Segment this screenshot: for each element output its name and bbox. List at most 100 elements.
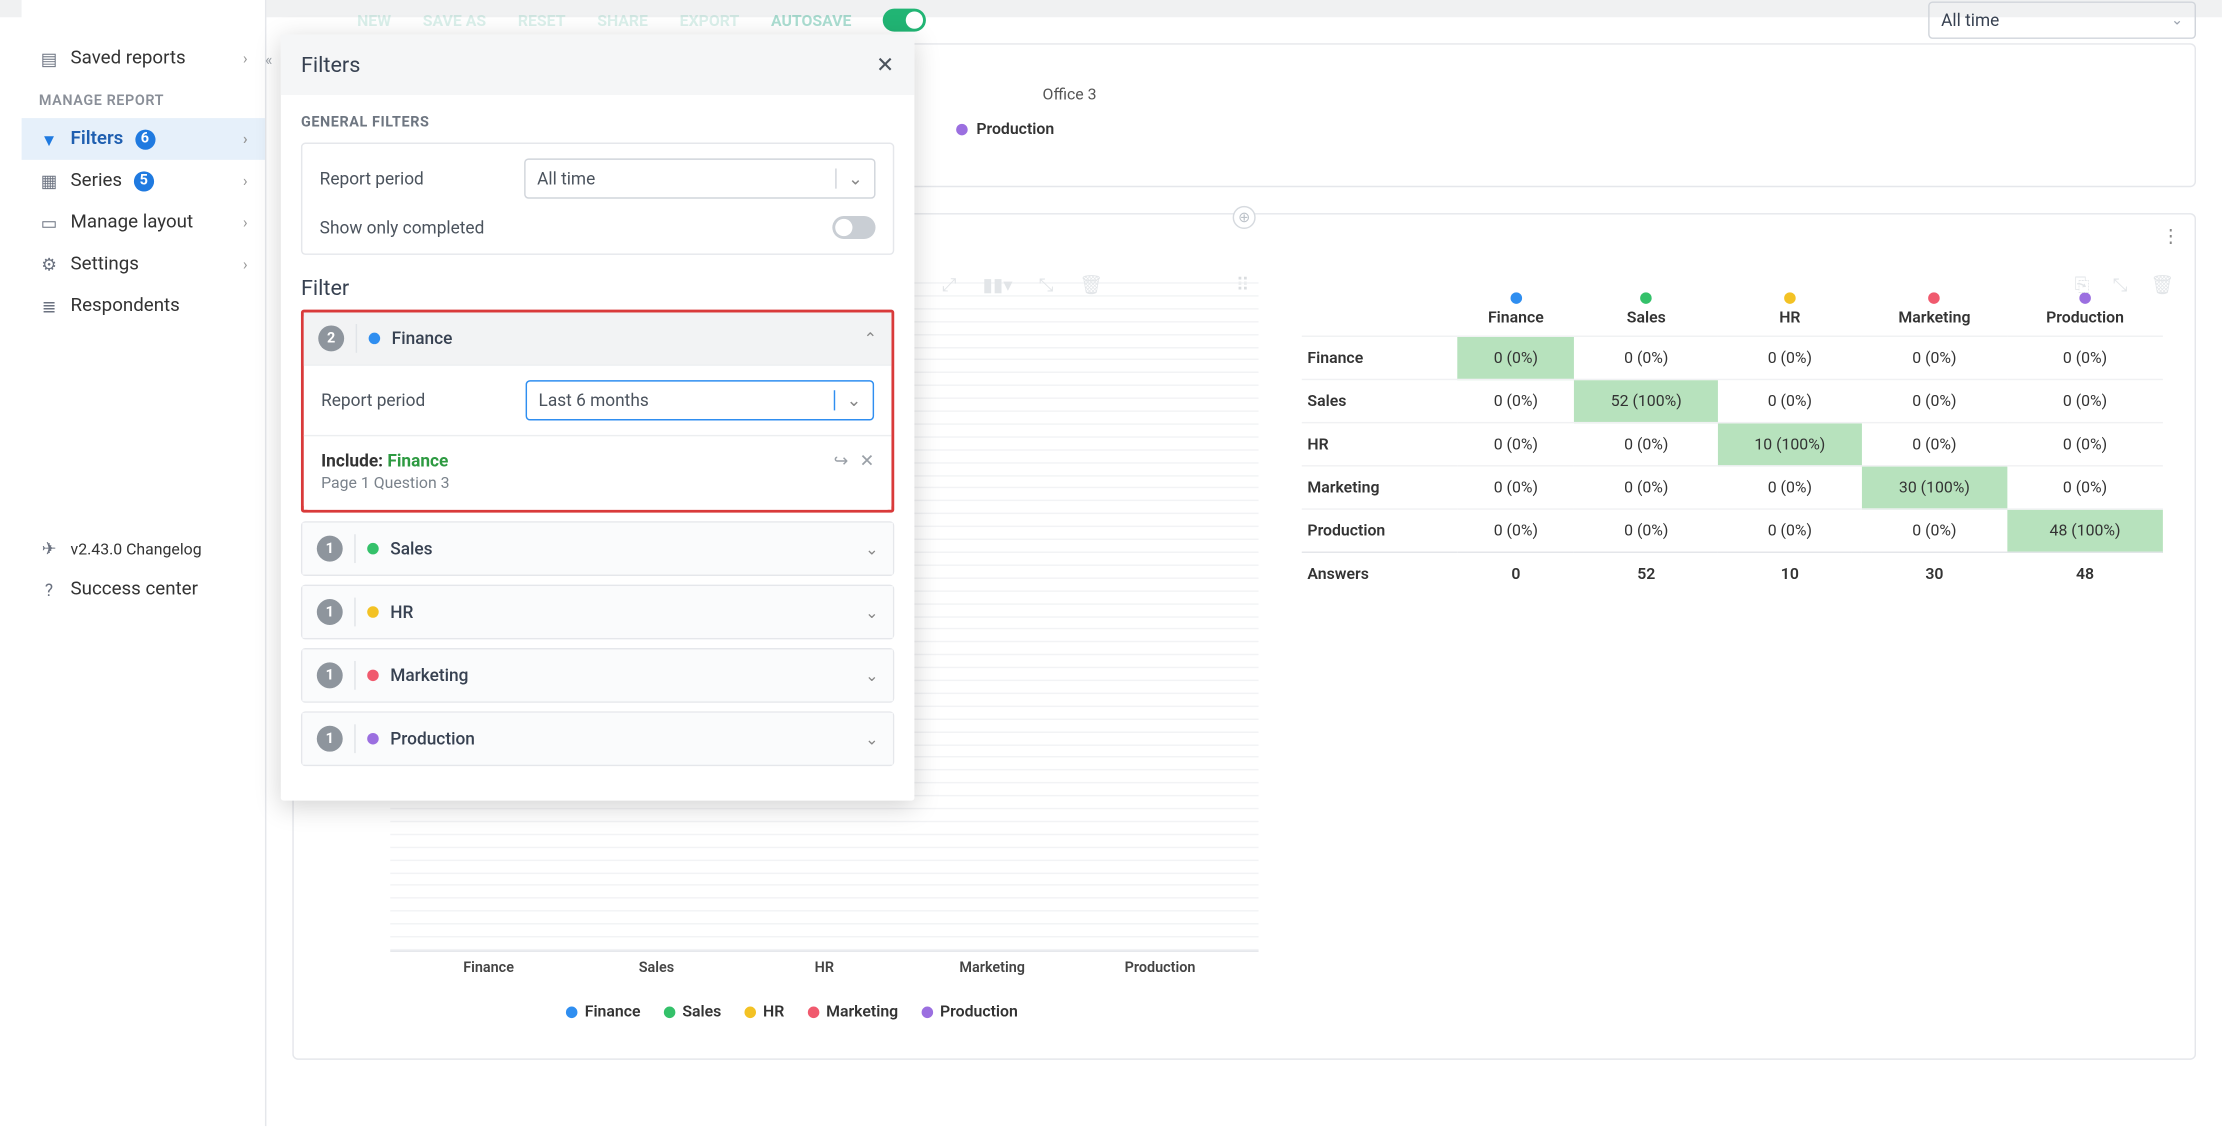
filter-item-hr[interactable]: 1 HR ⌄: [302, 586, 892, 638]
office-label: Office 3: [1043, 85, 1097, 104]
chevron-down-icon: ⌄: [835, 168, 862, 188]
help-icon: ?: [39, 580, 59, 600]
sidebar-item-saved-reports[interactable]: ▤ Saved reports ›: [22, 37, 265, 79]
answers-row: Answers052103048: [1302, 552, 2163, 594]
chevron-right-icon: ›: [243, 130, 248, 149]
col-header: Finance: [1457, 284, 1574, 337]
col-header: HR: [1718, 284, 1862, 337]
reset-button[interactable]: RESET: [518, 11, 566, 30]
table-row: HR0 (0%)0 (0%)10 (100%)0 (0%)0 (0%): [1302, 423, 2163, 466]
show-completed-toggle[interactable]: [832, 216, 875, 239]
include-subline: Page 1 Question 3: [321, 474, 874, 493]
sidebar-item-manage-layout[interactable]: ▭ Manage layout ›: [22, 202, 265, 244]
legend-item: Finance: [566, 1002, 641, 1021]
filter-item-finance[interactable]: 2 Finance ⌃: [304, 312, 892, 364]
sidebar-item-respondents[interactable]: ≣ Respondents: [22, 285, 265, 327]
new-button[interactable]: NEW: [357, 11, 391, 30]
legend-item: HR: [744, 1002, 784, 1021]
filter-item-marketing[interactable]: 1 Marketing ⌄: [302, 649, 892, 701]
series-count-badge: 5: [134, 171, 154, 191]
tool-icon[interactable]: ⤢: [942, 275, 957, 297]
expand-icon[interactable]: ⤡: [2113, 275, 2128, 297]
sidebar-item-changelog[interactable]: ✈ v2.43.0 Changelog: [22, 528, 265, 568]
sidebar-item-filters[interactable]: ▾ Filters 6 ›: [22, 118, 265, 160]
show-completed-label: Show only completed: [320, 217, 815, 237]
report-period-label: Report period: [320, 168, 507, 188]
chevron-right-icon: ›: [243, 171, 248, 190]
copy-icon[interactable]: ⎘: [2075, 275, 2090, 297]
include-rule: Include: Finance: [321, 451, 874, 471]
x-label: Sales: [589, 960, 723, 976]
chevron-down-icon: ⌄: [865, 729, 878, 748]
close-icon[interactable]: ✕: [876, 52, 894, 78]
gear-icon: ⚙: [39, 254, 59, 274]
label: Saved reports: [71, 48, 186, 70]
x-label: Finance: [421, 960, 555, 976]
report-period-label: Report period: [321, 390, 508, 410]
matrix-table: FinanceSalesHRMarketingProductionFinance…: [1302, 284, 2163, 595]
export-button[interactable]: EXPORT: [680, 11, 740, 30]
filter-item-production[interactable]: 1 Production ⌄: [302, 713, 892, 765]
expand-icon[interactable]: ⤡: [1039, 275, 1054, 297]
chevron-right-icon: ›: [243, 49, 248, 68]
chevron-down-icon: ⌄: [865, 603, 878, 622]
legend-item: Production: [921, 1002, 1018, 1021]
finance-period-select[interactable]: Last 6 months ⌄: [526, 380, 874, 420]
table-row: Production0 (0%)0 (0%)0 (0%)0 (0%)48 (10…: [1302, 509, 2163, 552]
chevron-right-icon: ›: [243, 213, 248, 232]
time-value: All time: [1941, 10, 1999, 30]
sidebar-item-settings[interactable]: ⚙ Settings ›: [22, 243, 265, 285]
delete-icon[interactable]: 🗑: [2151, 275, 2175, 297]
dot-icon: [956, 123, 968, 135]
ribbon: NEW SAVE AS RESET SHARE EXPORT AUTOSAVE …: [292, 0, 2196, 32]
dot-icon: [367, 733, 379, 745]
general-filters-heading: GENERAL FILTERS: [301, 115, 894, 131]
label: Settings: [71, 253, 139, 275]
dot-icon: [367, 606, 379, 618]
chevron-down-icon: ⌄: [865, 666, 878, 685]
label: Series: [71, 170, 123, 192]
autosave-label: AUTOSAVE: [771, 11, 852, 30]
share-button[interactable]: SHARE: [597, 11, 648, 30]
chevron-down-icon: ⌄: [865, 539, 878, 558]
label: Filters: [71, 128, 124, 150]
filter-heading: Filter: [301, 275, 894, 301]
rocket-icon: ✈: [39, 539, 59, 559]
legend-item: Production: [976, 120, 1054, 139]
col-header: Sales: [1574, 284, 1718, 337]
chevron-up-icon: ⌃: [864, 329, 877, 348]
sidebar-item-success-center[interactable]: ? Success center: [22, 569, 265, 611]
chevron-down-icon: ⌄: [834, 390, 861, 410]
chevron-down-icon: ⌄: [2171, 12, 2183, 28]
label: Success center: [71, 579, 198, 601]
col-header: Marketing: [1862, 284, 2008, 337]
card-menu-button[interactable]: ⋮: [2161, 226, 2180, 248]
add-section-button[interactable]: ⊕: [1233, 206, 1256, 229]
dot-icon: [369, 333, 381, 345]
list-icon: ≣: [39, 296, 59, 316]
sidebar-heading: MANAGE REPORT: [22, 79, 265, 118]
filters-panel: Filters ✕ GENERAL FILTERS Report period …: [281, 35, 915, 801]
filter-icon: ▾: [39, 129, 59, 149]
label: Manage layout: [71, 212, 194, 234]
label: v2.43.0 Changelog: [71, 539, 202, 558]
legend-item: Sales: [664, 1002, 722, 1021]
table-row: Marketing0 (0%)0 (0%)0 (0%)30 (100%)0 (0…: [1302, 466, 2163, 509]
remove-icon[interactable]: ✕: [860, 451, 874, 471]
delete-icon[interactable]: 🗑: [1080, 275, 1104, 297]
share-icon[interactable]: ↪: [834, 451, 848, 471]
filter-item-sales[interactable]: 1 Sales ⌄: [302, 523, 892, 575]
report-period-select[interactable]: All time ⌄: [524, 158, 875, 198]
table-row: Finance0 (0%)0 (0%)0 (0%)0 (0%)0 (0%): [1302, 336, 2163, 379]
autosave-toggle[interactable]: [883, 9, 926, 32]
chart-type-icon[interactable]: ▮▮▾: [983, 275, 1013, 297]
dot-icon: [367, 543, 379, 555]
sidebar-item-series[interactable]: ▦ Series 5 ›: [22, 160, 265, 202]
label: Respondents: [71, 295, 180, 317]
x-label: HR: [757, 960, 891, 976]
save-as-button[interactable]: SAVE AS: [423, 11, 486, 30]
grid-icon: ▦: [39, 171, 59, 191]
table-row: Sales0 (0%)52 (100%)0 (0%)0 (0%)0 (0%): [1302, 379, 2163, 422]
legend-item: Marketing: [807, 1002, 898, 1021]
sidebar: ▤ Saved reports › MANAGE REPORT ▾ Filter…: [22, 0, 267, 1126]
